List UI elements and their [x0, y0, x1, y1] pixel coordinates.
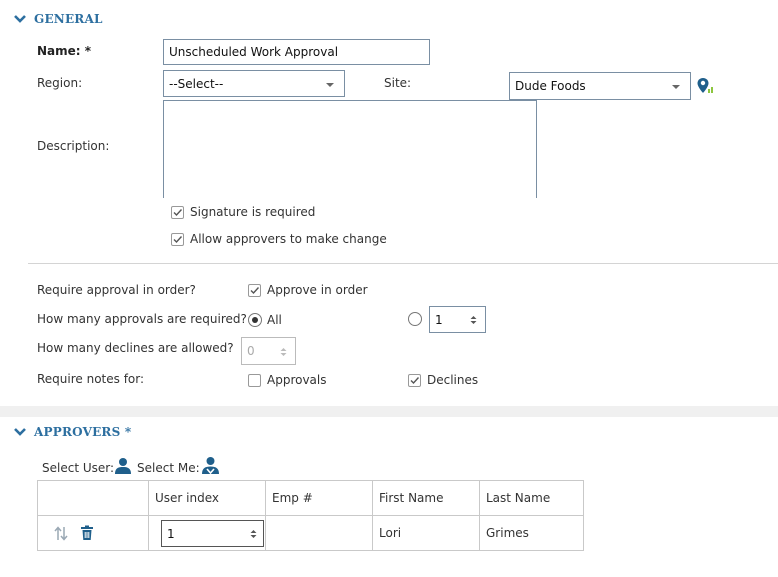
approvers-table: User index Emp # First Name Last Name 1	[37, 480, 584, 551]
name-label: Name: *	[37, 44, 92, 58]
name-field[interactable]: Unscheduled Work Approval	[163, 39, 430, 65]
trash-icon[interactable]	[80, 525, 94, 541]
approve-in-order-checkbox[interactable]	[248, 284, 261, 297]
approvers-header[interactable]: APPROVERS *	[14, 425, 131, 439]
user-index-cell: 1	[148, 515, 266, 551]
check-icon	[173, 236, 183, 244]
spin-arrows-icon[interactable]	[470, 315, 477, 325]
approvals-count-value: 1	[435, 312, 443, 327]
site-select[interactable]: Dude Foods	[509, 72, 691, 100]
table-row: 1 Lori Grimes	[37, 515, 584, 551]
approvals-all-label: All	[267, 313, 282, 327]
general-title: GENERAL	[34, 12, 103, 26]
user-icon[interactable]	[114, 457, 132, 475]
last-name-cell: Grimes	[479, 515, 584, 551]
allow-change-label: Allow approvers to make change	[190, 232, 387, 246]
allow-change-checkbox[interactable]	[171, 233, 184, 246]
column-header	[37, 480, 149, 516]
notes-declines-checkbox[interactable]	[408, 374, 421, 387]
chevron-down-icon[interactable]	[14, 14, 26, 24]
chevron-down-icon[interactable]	[14, 427, 26, 437]
column-header-first-name[interactable]: First Name	[372, 480, 480, 516]
site-value: Dude Foods	[515, 79, 586, 93]
require-notes-label: Require notes for:	[37, 372, 145, 386]
notes-approvals-label: Approvals	[267, 373, 327, 387]
user-index-stepper[interactable]: 1	[161, 520, 264, 547]
declines-value: 0	[247, 344, 255, 358]
approvals-all-radio[interactable]	[248, 313, 262, 327]
sort-arrows-icon[interactable]	[54, 526, 68, 541]
column-header-last-name[interactable]: Last Name	[479, 480, 584, 516]
table-header-row: User index Emp # First Name Last Name	[37, 480, 584, 516]
signature-label: Signature is required	[190, 205, 316, 219]
approvals-count-stepper[interactable]: 1	[429, 306, 486, 333]
how-many-approvals-label: How many approvals are required?	[37, 312, 247, 326]
spin-arrows-icon[interactable]	[280, 347, 287, 357]
select-me-label: Select Me:	[137, 461, 200, 475]
require-order-label: Require approval in order?	[37, 283, 196, 297]
site-label: Site:	[384, 76, 412, 90]
check-icon	[250, 287, 260, 295]
map-pin-icon[interactable]	[697, 77, 715, 95]
approve-in-order-label: Approve in order	[267, 283, 368, 297]
chevron-down-icon	[672, 85, 680, 89]
select-user-label: Select User:	[42, 461, 115, 475]
check-icon	[410, 377, 420, 385]
notes-approvals-checkbox[interactable]	[248, 374, 261, 387]
description-label: Description:	[37, 139, 110, 153]
how-many-declines-label: How many declines are allowed?	[37, 341, 234, 355]
notes-declines-label: Declines	[427, 373, 479, 387]
user-self-icon[interactable]	[201, 456, 220, 475]
row-actions-cell	[37, 515, 149, 551]
declines-stepper[interactable]: 0	[241, 337, 296, 365]
approvals-count-radio[interactable]	[408, 312, 422, 326]
general-header[interactable]: GENERAL	[14, 12, 103, 26]
column-header-emp[interactable]: Emp #	[265, 480, 373, 516]
approvers-title: APPROVERS *	[34, 425, 132, 439]
chevron-down-icon	[326, 83, 334, 87]
user-index-value: 1	[167, 526, 175, 541]
check-icon	[173, 209, 183, 217]
region-value: --Select--	[169, 76, 224, 91]
column-header-user-index[interactable]: User index	[148, 480, 266, 516]
spin-arrows-icon[interactable]	[250, 529, 257, 539]
region-label: Region:	[37, 76, 83, 90]
first-name-cell: Lori	[372, 515, 480, 551]
general-panel: GENERAL Name: * Unscheduled Work Approva…	[0, 0, 778, 406]
description-textarea[interactable]	[163, 100, 537, 198]
divider	[28, 263, 778, 264]
emp-cell	[265, 515, 373, 551]
name-value: Unscheduled Work Approval	[169, 45, 339, 59]
region-select[interactable]: --Select--	[163, 70, 345, 97]
signature-checkbox[interactable]	[171, 206, 184, 219]
